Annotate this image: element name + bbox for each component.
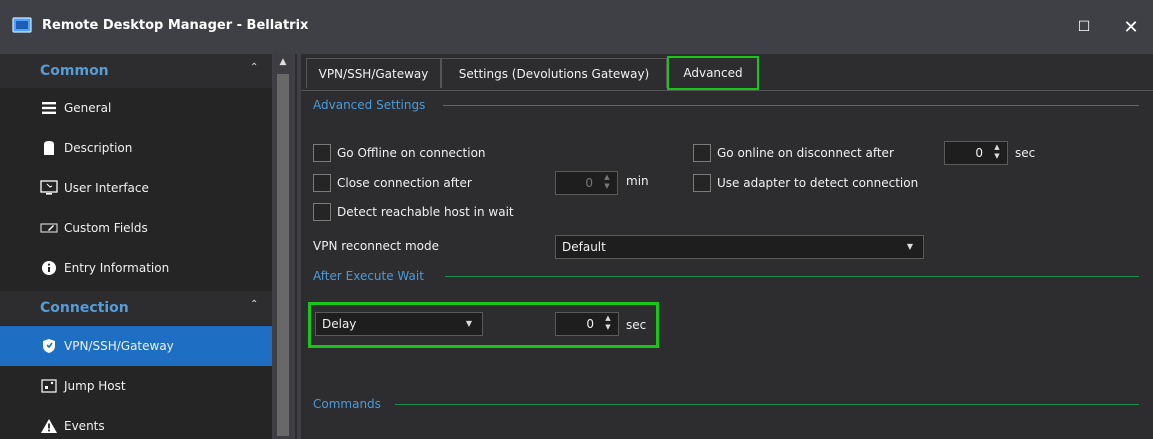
section-divider: [443, 105, 1139, 106]
tag-icon: [40, 220, 58, 236]
sidebar-item-jump-host[interactable]: Jump Host: [0, 366, 272, 406]
info-icon: [40, 260, 58, 276]
tab-label: Advanced: [683, 66, 743, 80]
use-adapter-checkbox[interactable]: [693, 174, 711, 192]
section-divider: [395, 404, 1139, 405]
sidebar-item-label: Jump Host: [64, 379, 126, 393]
stepper-arrows-icon[interactable]: ▲ ▼: [601, 173, 613, 193]
go-offline-checkbox[interactable]: [313, 144, 331, 162]
section-commands: Commands: [313, 397, 381, 411]
tab-advanced[interactable]: Advanced: [667, 56, 759, 90]
go-online-unit: sec: [1015, 146, 1036, 160]
go-offline-label: Go Offline on connection: [337, 146, 486, 160]
sidebar-item-vpn-ssh-gateway[interactable]: VPN/SSH/Gateway: [0, 326, 272, 366]
sidebar-item-label: Description: [64, 141, 133, 155]
sidebar: Common ⌃ General Description User Interf…: [0, 54, 295, 439]
warning-icon: [40, 418, 58, 434]
chevron-down-icon: ▼: [906, 242, 913, 251]
select-value: Default: [562, 240, 606, 254]
tab-settings-devolutions-gateway[interactable]: Settings (Devolutions Gateway): [441, 58, 667, 88]
shield-icon: [40, 338, 58, 354]
sidebar-group-label: Connection: [40, 300, 129, 316]
close-connection-label: Close connection after: [337, 176, 472, 190]
content-panel: VPN/SSH/Gateway Settings (Devolutions Ga…: [297, 54, 1153, 439]
sidebar-scroll-thumb[interactable]: [277, 74, 289, 436]
sidebar-group-common[interactable]: Common ⌃: [0, 54, 272, 88]
close-connection-checkbox[interactable]: [313, 174, 331, 192]
stepper-value: 0: [586, 317, 594, 331]
after-execute-unit: sec: [626, 318, 647, 332]
chevron-up-icon: ⌃: [250, 62, 259, 73]
sidebar-item-label: General: [64, 101, 112, 115]
sidebar-item-events[interactable]: Events: [0, 406, 272, 439]
after-execute-delay-stepper[interactable]: 0 ▲ ▼: [555, 312, 619, 336]
app-icon: [12, 17, 32, 33]
sidebar-group-label: Common: [40, 63, 109, 79]
sidebar-item-general[interactable]: General: [0, 88, 272, 128]
go-online-stepper[interactable]: 0 ▲ ▼: [944, 141, 1008, 165]
sidebar-item-label: User Interface: [64, 181, 149, 195]
tab-label: VPN/SSH/Gateway: [318, 66, 429, 81]
chevron-down-icon: ▼: [465, 319, 472, 328]
section-after-execute-wait: After Execute Wait: [313, 269, 424, 283]
sidebar-item-label: Entry Information: [64, 261, 170, 275]
detect-reachable-host-label: Detect reachable host in wait: [337, 205, 514, 219]
maximize-icon: ☐: [1077, 19, 1091, 35]
go-online-label: Go online on disconnect after: [717, 146, 894, 160]
sidebar-item-custom-fields[interactable]: Custom Fields: [0, 208, 272, 248]
title-bar: Remote Desktop Manager - Bellatrix ☐ ✕: [0, 0, 1153, 54]
stepper-arrows-icon[interactable]: ▲ ▼: [991, 143, 1003, 163]
sidebar-item-entry-information[interactable]: Entry Information: [0, 248, 272, 288]
sidebar-group-connection[interactable]: Connection ⌃: [0, 291, 272, 325]
jump-host-icon: [40, 378, 58, 394]
window-title: Remote Desktop Manager - Bellatrix: [42, 18, 309, 33]
sidebar-item-label: VPN/SSH/Gateway: [64, 339, 174, 353]
sidebar-item-description[interactable]: Description: [0, 128, 272, 168]
section-advanced-settings: Advanced Settings: [313, 98, 426, 112]
after-execute-mode-select[interactable]: Delay ▼: [315, 312, 483, 336]
close-connection-stepper[interactable]: 0 ▲ ▼: [555, 171, 618, 195]
chevron-up-icon: ⌃: [250, 299, 259, 310]
panel-divider: [297, 54, 301, 439]
vpn-reconnect-mode-select[interactable]: Default ▼: [555, 235, 924, 259]
tab-divider: [301, 90, 1153, 91]
close-button[interactable]: ✕: [1118, 14, 1144, 40]
sidebar-item-label: Custom Fields: [64, 221, 148, 235]
tab-label: Settings (Devolutions Gateway): [458, 66, 650, 81]
close-connection-unit: min: [626, 174, 649, 188]
stepper-value: 0: [975, 146, 983, 160]
section-divider: [445, 276, 1139, 277]
sidebar-item-user-interface[interactable]: User Interface: [0, 168, 272, 208]
sidebar-list: Common ⌃ General Description User Interf…: [0, 54, 272, 439]
scroll-up-icon[interactable]: ▲: [274, 57, 292, 71]
sidebar-item-label: Events: [64, 419, 105, 433]
vpn-reconnect-mode-label: VPN reconnect mode: [313, 239, 439, 253]
close-icon: ✕: [1123, 16, 1139, 38]
stepper-value: 0: [585, 176, 593, 190]
go-online-checkbox[interactable]: [693, 144, 711, 162]
monitor-icon: [40, 180, 58, 196]
hamburger-icon: [40, 100, 58, 116]
maximize-button[interactable]: ☐: [1071, 14, 1097, 40]
detect-reachable-host-checkbox[interactable]: [313, 203, 331, 221]
use-adapter-label: Use adapter to detect connection: [717, 176, 919, 190]
tab-vpn-ssh-gateway[interactable]: VPN/SSH/Gateway: [306, 58, 441, 88]
select-value: Delay: [322, 317, 357, 331]
stepper-arrows-icon[interactable]: ▲ ▼: [602, 314, 614, 334]
description-icon: [40, 140, 58, 156]
